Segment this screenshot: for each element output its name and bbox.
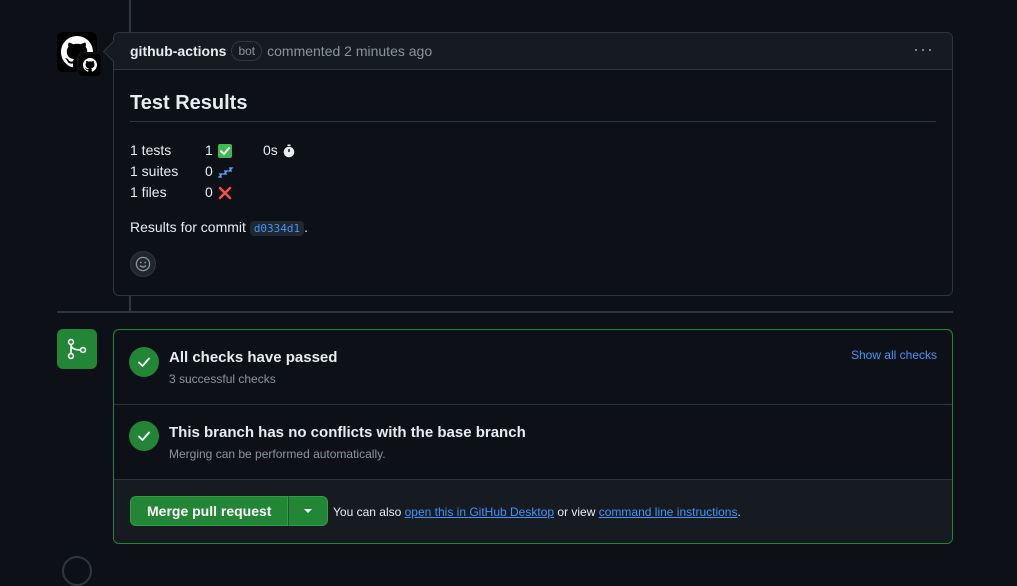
- merge-suffix: .: [737, 505, 741, 519]
- commit-sha-link[interactable]: d0334d1: [249, 221, 305, 236]
- tests-label: 1 tests: [130, 142, 172, 158]
- also-prefix: You can also: [333, 505, 402, 519]
- test-stats: 1 tests 1 0s 1 suites 0 1 files 0: [130, 140, 936, 203]
- bot-badge: bot: [231, 41, 263, 61]
- files-label: 1 files: [130, 184, 167, 200]
- stats-row-suites: 1 suites 0: [130, 161, 936, 182]
- merge-status-icon: [57, 329, 97, 369]
- merge-pull-request-button[interactable]: Merge pull request: [130, 496, 289, 526]
- comment-body: Test Results 1 tests 1 0s 1 suites 0 1 f…: [114, 70, 952, 251]
- zzz-icon: [217, 166, 234, 178]
- open-in-desktop-link[interactable]: open this in GitHub Desktop: [405, 505, 554, 519]
- merge-box: All checks have passed 3 successful chec…: [113, 329, 953, 544]
- merge-button-group: Merge pull request: [130, 496, 329, 526]
- passed-count-cell: 1: [205, 140, 263, 161]
- timeline-line-mid: [129, 294, 131, 311]
- commit-suffix: .: [304, 219, 309, 235]
- conflicts-title: This branch has no conflicts with the ba…: [169, 424, 526, 441]
- skipped-count: 0: [205, 163, 213, 179]
- show-all-checks-link[interactable]: Show all checks: [851, 348, 937, 362]
- stopwatch-icon: [283, 144, 295, 157]
- duration-value: 0s: [263, 142, 278, 158]
- conflicts-section: This branch has no conflicts with the ba…: [114, 405, 952, 480]
- failed-count: 0: [205, 184, 213, 200]
- github-logo-small-icon: [83, 58, 97, 72]
- duration-cell: 0s: [263, 140, 296, 161]
- stats-row-tests: 1 tests 1 0s: [130, 140, 936, 161]
- merge-method-dropdown-button[interactable]: [288, 496, 329, 526]
- timeline-divider: [57, 311, 953, 313]
- comment-author-link[interactable]: github-actions: [130, 43, 226, 59]
- check-icon: [138, 357, 150, 367]
- github-actions-avatar[interactable]: [57, 32, 103, 78]
- conflicts-subtitle: Merging can be performed automatically.: [169, 447, 386, 461]
- stats-row-files: 1 files 0: [130, 182, 936, 203]
- comment-timestamp[interactable]: commented 2 minutes ago: [267, 43, 432, 59]
- skipped-count-cell: 0: [205, 161, 263, 182]
- test-results-heading: Test Results: [130, 92, 936, 122]
- smiley-icon: [135, 256, 151, 272]
- checks-title: All checks have passed: [169, 349, 338, 366]
- no-conflicts-badge: [129, 421, 159, 451]
- merge-alternatives-text: You can also open this in GitHub Desktop…: [333, 505, 741, 519]
- timeline-line-top: [129, 0, 131, 32]
- white-check-mark-icon: [217, 143, 232, 158]
- merge-action-section: Merge pull request You can also open thi…: [114, 480, 952, 543]
- x-icon: [218, 186, 231, 199]
- commit-prefix: Results for commit: [130, 219, 246, 235]
- comment-caret: [102, 40, 125, 63]
- failed-count-cell: 0: [205, 182, 263, 203]
- checks-subtitle: 3 successful checks: [169, 372, 276, 386]
- github-app-badge: [77, 52, 103, 78]
- comment-options-button[interactable]: ···: [913, 40, 934, 58]
- add-reaction-button[interactable]: [130, 251, 156, 277]
- passed-count: 1: [205, 142, 213, 158]
- check-icon: [138, 431, 150, 441]
- triangle-down-icon: [304, 509, 313, 513]
- or-view-text: or view: [557, 505, 596, 519]
- suites-label: 1 suites: [130, 163, 179, 179]
- checks-section: All checks have passed 3 successful chec…: [114, 330, 952, 405]
- comment-header: github-actions bot commented 2 minutes a…: [102, 33, 952, 70]
- checks-passed-badge: [129, 347, 159, 377]
- commit-line: Results for commit d0334d1.: [130, 219, 936, 236]
- comment-box: github-actions bot commented 2 minutes a…: [102, 32, 953, 296]
- command-line-instructions-link[interactable]: command line instructions: [599, 505, 738, 519]
- git-merge-icon: [67, 338, 87, 360]
